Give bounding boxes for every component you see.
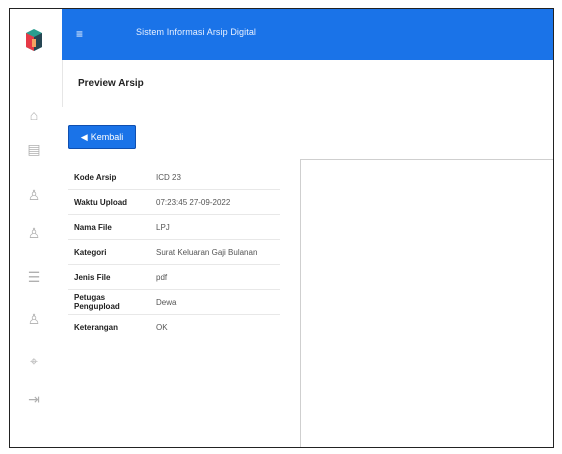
sidebar: ⌂ ▤ ♙ ♙ ☰ ♙ ⌖ ⇥ [10,9,63,447]
table-row: Kode Arsip ICD 23 [68,165,280,190]
table-row: Kategori Surat Keluaran Gaji Bulanan [68,239,280,265]
user-icon[interactable]: ♙ [24,185,44,205]
top-navbar: ≡ Sistem Informasi Arsip Digital [62,9,553,60]
arrow-left-icon: ◀ [80,131,88,142]
page-title: Preview Arsip [78,78,144,89]
detail-value: Surat Keluaran Gaji Bulanan [150,239,280,265]
detail-label: Waktu Upload [68,189,150,215]
detail-value: OK [150,314,280,339]
back-button-label: Kembali [90,132,124,142]
app-frame: ⌂ ▤ ♙ ♙ ☰ ♙ ⌖ ⇥ ≡ Sistem Informasi Arsip… [9,8,554,448]
logo-icon [26,29,42,51]
detail-label: Kode Arsip [74,172,117,182]
detail-label: Jenis File [68,264,150,290]
back-button[interactable]: ◀ Kembali [68,125,136,149]
detail-value: 07:23:45 27-09-2022 [150,189,280,215]
table-row: Nama File LPJ [68,214,280,240]
detail-value: ICD 23 [156,172,181,182]
archive-icon[interactable]: ▤ [24,139,44,159]
detail-value: pdf [150,264,280,290]
report-icon[interactable]: ☰ [24,267,44,287]
detail-label: Petugas Pengupload [68,289,150,315]
detail-label: Keterangan [68,314,150,339]
detail-label: Nama File [68,214,150,240]
detail-label: Kategori [68,239,150,265]
user-icon[interactable]: ♙ [24,223,44,243]
user-settings-icon[interactable]: ♙ [24,309,44,329]
home-icon[interactable]: ⌂ [24,105,44,125]
table-row: Jenis File pdf [68,264,280,290]
logout-icon[interactable]: ⇥ [24,389,44,409]
table-row: Keterangan OK [68,314,280,339]
app-title: Sistem Informasi Arsip Digital [136,27,257,37]
menu-toggle-icon[interactable]: ≡ [76,27,83,41]
table-row: Petugas Pengupload Dewa [68,289,280,315]
archive-detail-table: Kode Arsip ICD 23 Waktu Upload 07:23:45 … [68,165,280,339]
detail-value: Dewa [150,289,280,315]
file-preview-frame[interactable] [300,159,553,447]
detail-value: LPJ [150,214,280,240]
lock-icon[interactable]: ⌖ [24,351,44,371]
page-header: Preview Arsip [62,60,553,108]
table-row: Waktu Upload 07:23:45 27-09-2022 [68,189,280,215]
